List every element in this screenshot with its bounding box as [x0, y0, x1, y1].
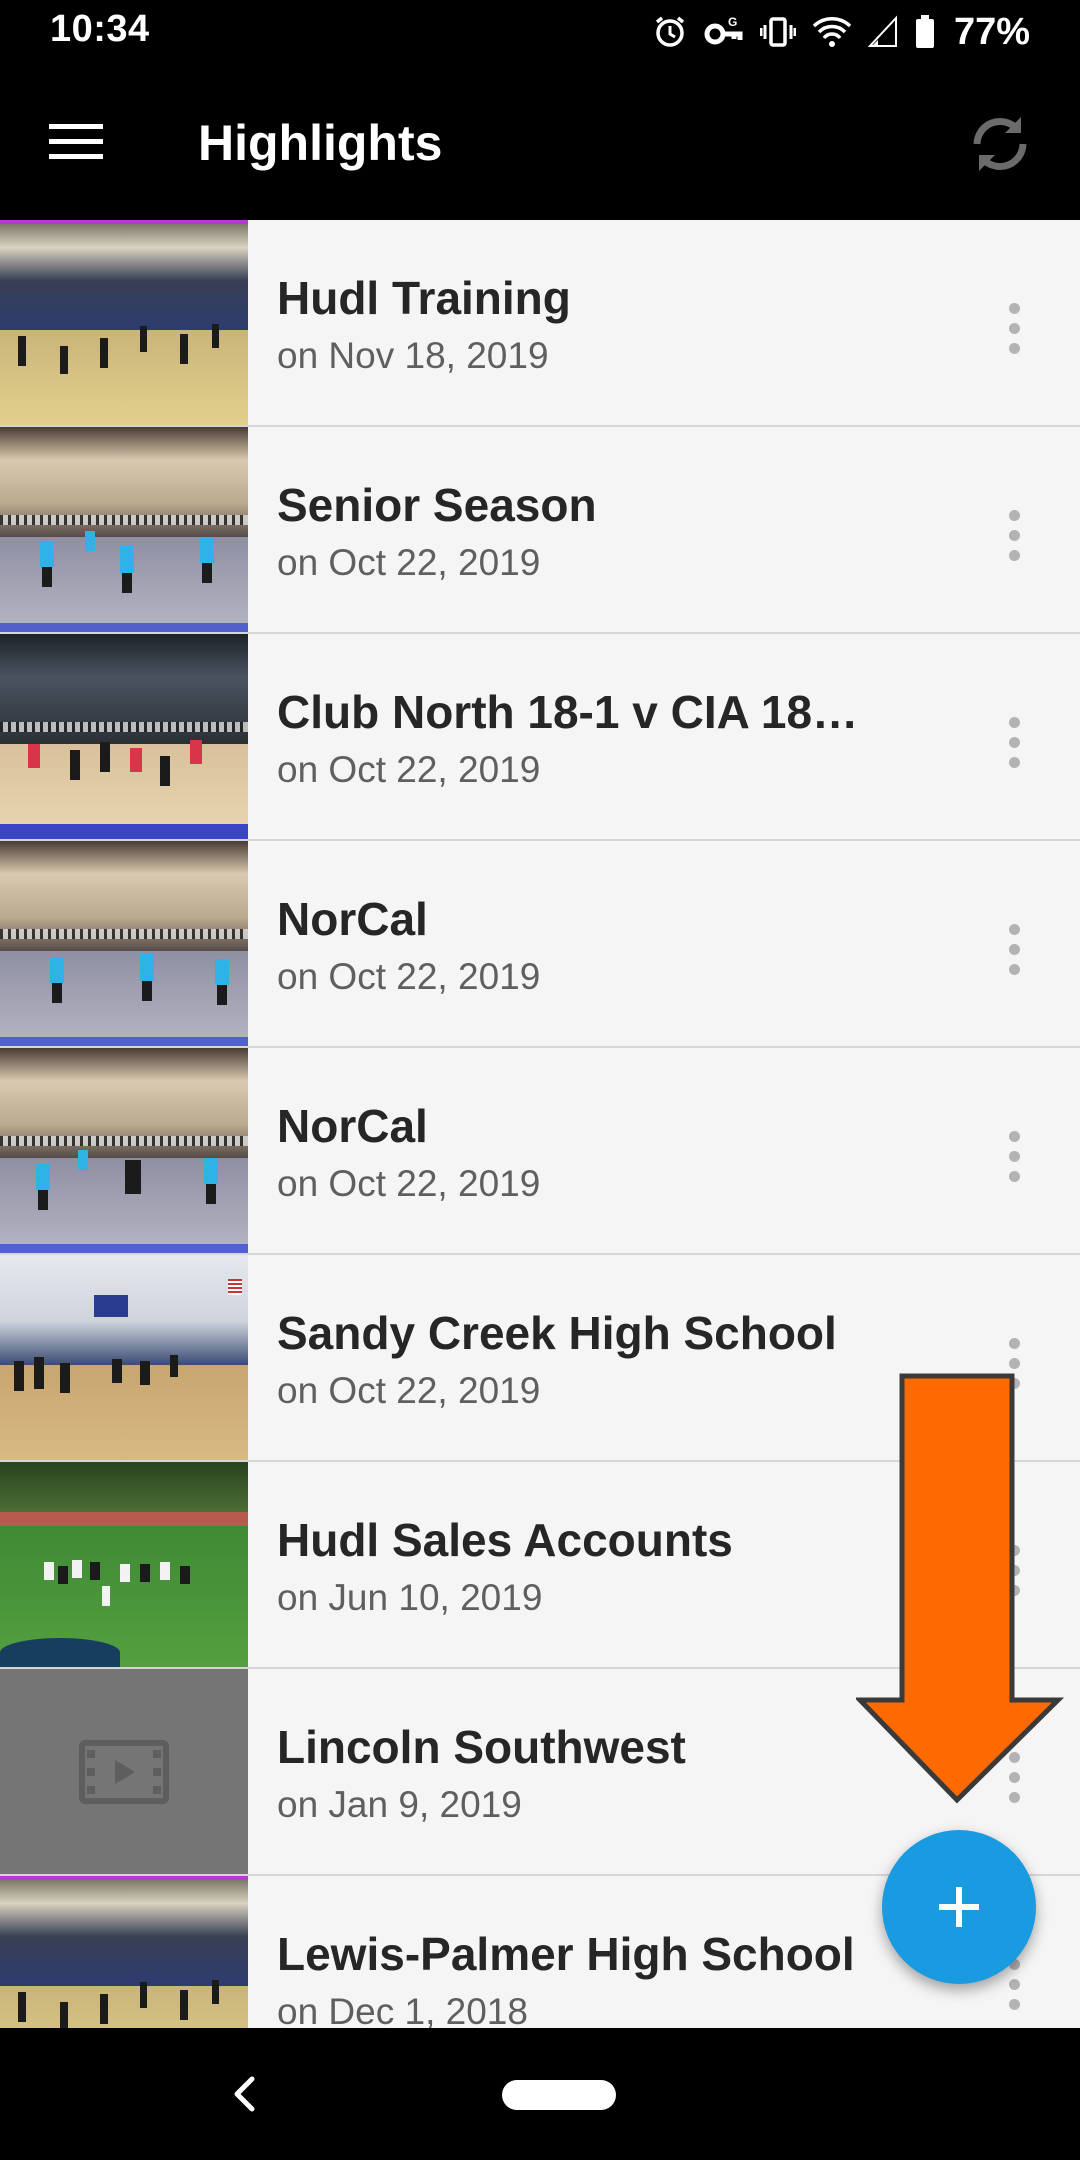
svg-text:G: G [728, 15, 737, 29]
highlight-row[interactable]: Hudl Training on Nov 18, 2019 [0, 220, 1080, 427]
highlight-title: Senior Season [277, 479, 597, 531]
more-vert-icon [1008, 302, 1020, 314]
highlight-row[interactable]: Club North 18-1 v CIA 18… on Oct 22, 201… [0, 634, 1080, 841]
page-title: Highlights [198, 115, 443, 171]
highlight-thumbnail [0, 1255, 248, 1460]
more-vert-icon [1008, 923, 1020, 935]
more-vert-icon [1008, 716, 1020, 728]
sync-icon [973, 117, 1027, 171]
highlight-thumbnail [0, 1048, 248, 1253]
status-icons: G 77% [652, 10, 1030, 54]
highlight-row[interactable]: NorCal on Oct 22, 2019 [0, 1048, 1080, 1255]
status-bar: 10:34 G 77% [0, 0, 1080, 64]
highlight-title: Sandy Creek High School [277, 1307, 837, 1359]
highlight-title: NorCal [277, 1100, 428, 1152]
highlight-thumbnail [0, 427, 248, 632]
orange-down-arrow-icon [856, 1373, 1064, 1804]
signal-icon [867, 14, 898, 50]
wifi-icon [812, 14, 852, 50]
highlight-thumbnail [0, 1462, 248, 1667]
menu-icon [49, 124, 103, 159]
back-button[interactable] [222, 2072, 266, 2116]
more-options-button[interactable] [990, 292, 1038, 364]
highlight-date: on Oct 22, 2019 [277, 956, 541, 997]
highlight-thumbnail [0, 1876, 248, 2028]
battery-icon [914, 14, 936, 50]
back-icon [234, 2076, 255, 2112]
highlight-title: Lewis-Palmer High School [277, 1928, 855, 1980]
battery-percent: 77% [953, 10, 1030, 53]
highlight-date: on Jan 9, 2019 [277, 1784, 522, 1825]
highlight-title: Club North 18-1 v CIA 18… [277, 686, 859, 738]
highlight-date: on Oct 22, 2019 [277, 1163, 541, 1204]
video-placeholder-icon [79, 1739, 169, 1804]
menu-button[interactable] [44, 110, 108, 174]
add-highlight-button[interactable] [882, 1830, 1036, 1984]
highlight-thumbnail [0, 220, 248, 425]
highlight-date: on Dec 1, 2018 [277, 1991, 528, 2028]
highlight-thumbnail [0, 1669, 248, 1874]
highlight-row[interactable]: NorCal on Oct 22, 2019 [0, 841, 1080, 1048]
home-pill-icon[interactable] [502, 2080, 616, 2110]
highlight-date: on Nov 18, 2019 [277, 335, 549, 376]
highlight-title: Hudl Training [277, 272, 571, 324]
more-vert-icon [1008, 1130, 1020, 1142]
more-vert-icon [1008, 1337, 1020, 1349]
sync-button[interactable] [960, 104, 1040, 184]
highlight-date: on Oct 22, 2019 [277, 1370, 541, 1411]
more-options-button[interactable] [990, 499, 1038, 571]
more-vert-icon [1008, 509, 1020, 521]
highlight-title: NorCal [277, 893, 428, 945]
highlight-thumbnail [0, 634, 248, 839]
more-options-button[interactable] [990, 1120, 1038, 1192]
highlight-date: on Oct 22, 2019 [277, 749, 541, 790]
highlight-date: on Oct 22, 2019 [277, 542, 541, 583]
plus-icon [939, 1887, 979, 1927]
vibrate-icon [759, 14, 796, 50]
highlight-row[interactable]: Senior Season on Oct 22, 2019 [0, 427, 1080, 634]
highlight-title: Lincoln Southwest [277, 1721, 686, 1773]
system-nav-bar [0, 2028, 1080, 2160]
more-options-button[interactable] [990, 706, 1038, 778]
more-options-button[interactable] [990, 913, 1038, 985]
highlight-title: Hudl Sales Accounts [277, 1514, 733, 1566]
alarm-icon [652, 14, 688, 50]
app-bar: Highlights [0, 64, 1080, 220]
status-time: 10:34 [50, 8, 150, 50]
highlight-date: on Jun 10, 2019 [277, 1577, 543, 1618]
vpn-key-icon: G [704, 14, 744, 50]
highlight-thumbnail [0, 841, 248, 1046]
